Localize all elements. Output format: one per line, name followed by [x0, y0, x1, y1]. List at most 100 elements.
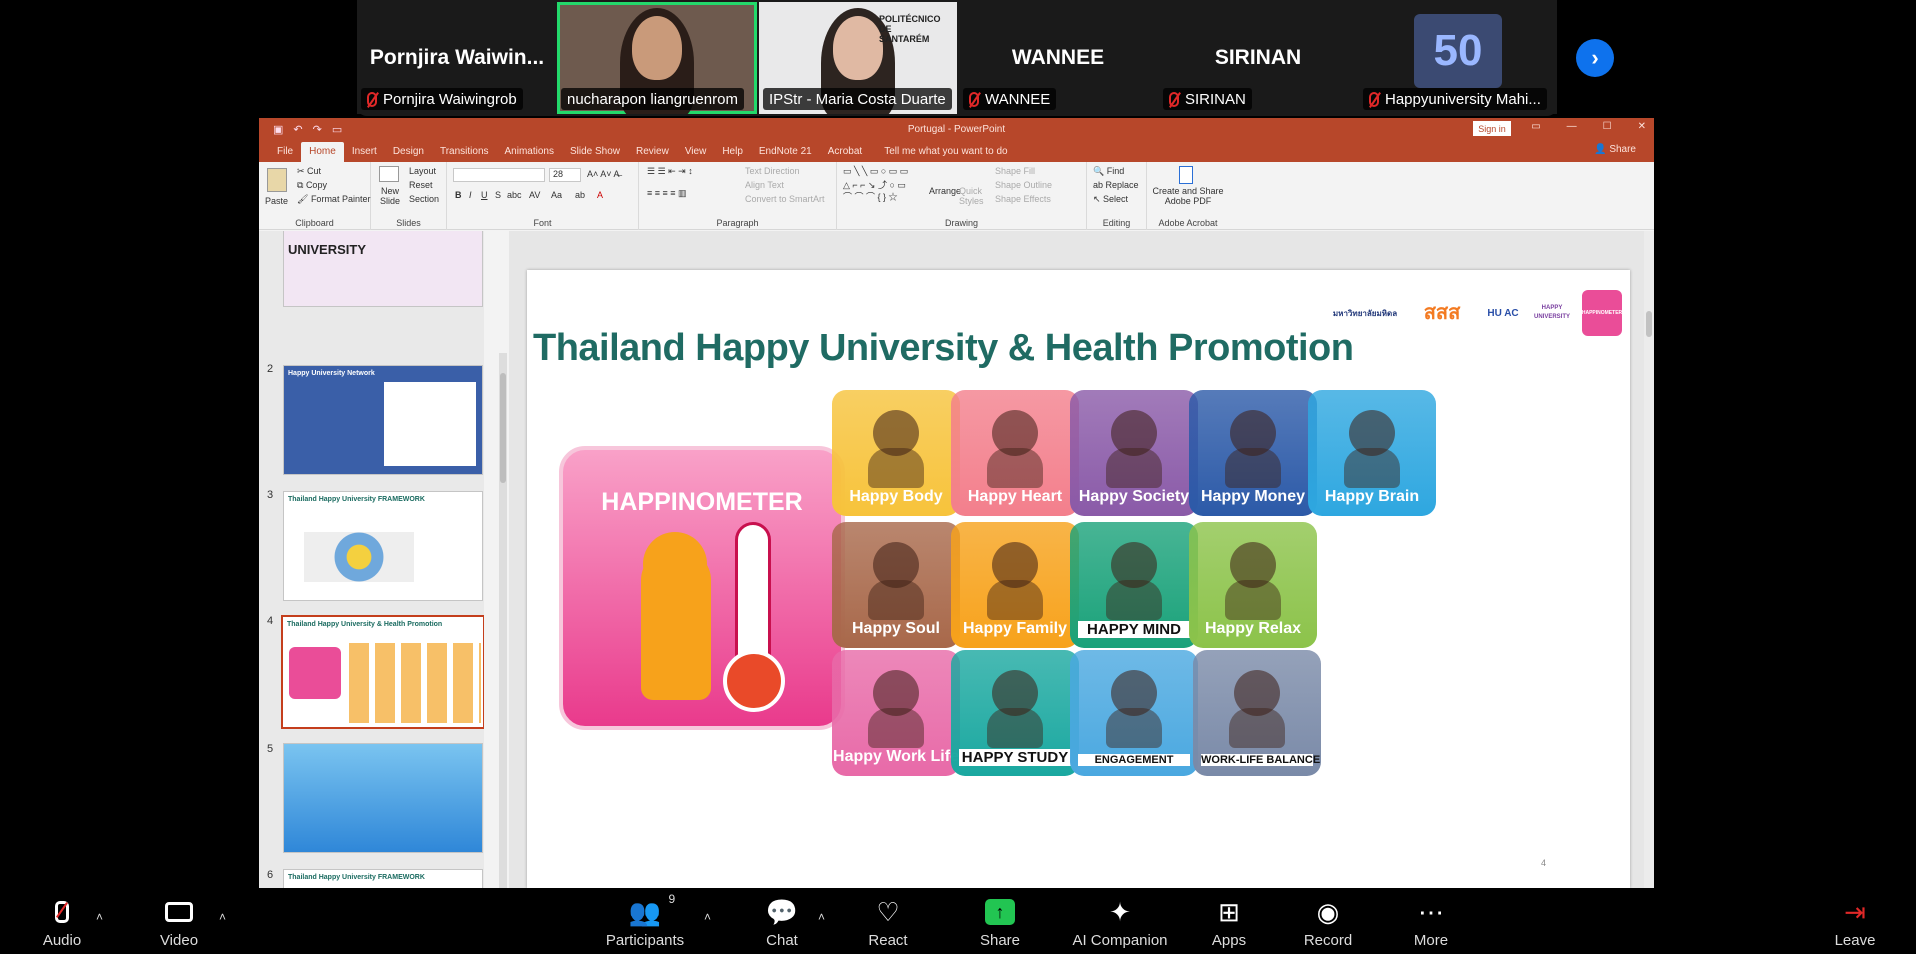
underline-button[interactable]: U [481, 190, 488, 200]
participant-video-tile[interactable]: nucharapon liangruenrom [557, 2, 757, 114]
paste-button[interactable]: Paste [265, 196, 288, 206]
tab-animations[interactable]: Animations [497, 142, 562, 162]
video-button[interactable]: Video [134, 894, 224, 949]
tab-slide-show[interactable]: Slide Show [562, 142, 628, 162]
participant-tile[interactable]: Pornjira Waiwin... Pornjira Waiwingrob [357, 2, 557, 114]
tell-me-search[interactable]: Tell me what you want to do [870, 142, 1007, 162]
replace-button[interactable]: ab Replace [1093, 180, 1139, 190]
create-share-pdf-button[interactable]: Create and Share Adobe PDF [1149, 186, 1227, 206]
chat-options-caret[interactable]: ˄ [818, 910, 825, 924]
tab-transitions[interactable]: Transitions [432, 142, 497, 162]
ribbon-display-icon[interactable]: ▭ [1531, 121, 1540, 132]
participant-label: SIRINAN [1163, 88, 1252, 110]
shape-effects-button[interactable]: Shape Effects [995, 194, 1051, 204]
shapes-gallery-row[interactable]: ⌒ ⌒ ⌒ { } ☆ [843, 190, 898, 203]
participants-options-caret[interactable]: ˄ [704, 910, 711, 924]
shadow-button[interactable]: S [495, 190, 501, 200]
bullets-button[interactable]: ☰ ☰ ⇤ ⇥ ↕ [647, 166, 693, 177]
layout-button[interactable]: Layout [409, 166, 436, 176]
participant-video-tile[interactable]: POLITÉCNICO DE SANTARÉM IPStr - Maria Co… [759, 2, 957, 114]
apps-button[interactable]: ⊞ Apps [1184, 894, 1274, 950]
share-screen-button[interactable]: ↑ Share [955, 894, 1045, 949]
tab-design[interactable]: Design [385, 142, 432, 162]
video-options-caret[interactable]: ˄ [219, 910, 226, 924]
slide-thumbnail[interactable]: UNIVERSITY [283, 231, 483, 307]
font-group: 28 A˄ A˅ A̶ B I U S abc AV Aa ab A Font [447, 162, 639, 230]
mic-muted-icon [969, 91, 979, 107]
strikethrough-button[interactable]: abc [507, 190, 522, 200]
select-button[interactable]: ↖ Select [1093, 194, 1128, 205]
shapes-gallery[interactable]: ▭ ╲ ╲ ▭ ○ ▭ ▭ [843, 166, 908, 177]
section-button[interactable]: Section [409, 194, 439, 204]
slide-thumbnail[interactable]: Thailand Happy University FRAMEWORK [283, 491, 483, 601]
new-slide-icon[interactable] [379, 166, 399, 182]
audio-button[interactable]: Audio [17, 894, 107, 949]
thumbnails-scrollbar[interactable] [499, 353, 507, 888]
tab-view[interactable]: View [677, 142, 715, 162]
group-label: Clipboard [295, 218, 334, 228]
char-spacing-button[interactable]: AV [529, 190, 540, 200]
ai-companion-button[interactable]: ✦ AI Companion [1072, 894, 1167, 950]
tab-acrobat[interactable]: Acrobat [820, 142, 870, 162]
participant-tile[interactable]: SIRINAN SIRINAN [1159, 2, 1357, 114]
pdf-icon[interactable] [1179, 166, 1193, 184]
align-text-button[interactable]: Align Text [745, 180, 784, 190]
react-button[interactable]: ♡ React [843, 894, 933, 950]
close-icon[interactable]: ✕ [1638, 121, 1646, 132]
alignment-buttons[interactable]: ≡ ≡ ≡ ≡ ▥ [647, 188, 687, 199]
slide-thumbnail[interactable]: Happy University Network [283, 365, 483, 475]
tab-home[interactable]: Home [301, 142, 344, 162]
leave-button[interactable]: ⇥ Leave [1810, 894, 1900, 950]
format-painter-button[interactable]: 🖌 Format Painter [297, 194, 370, 205]
tab-file[interactable]: File [269, 142, 301, 162]
slide-thumbnail-selected[interactable]: Thailand Happy University & Health Promo… [281, 615, 484, 729]
scrollbar-thumb[interactable] [500, 373, 506, 483]
more-button[interactable]: ⋯ More [1386, 894, 1476, 950]
participants-button[interactable]: 👥 9 Participants [600, 892, 690, 949]
arrange-button[interactable]: Arrange [929, 186, 961, 196]
participant-label-text: IPStr - Maria Costa Duarte [769, 90, 946, 108]
new-slide-button[interactable]: New Slide [375, 186, 405, 206]
highlight-button[interactable]: ab [575, 190, 585, 200]
slide-thumbnail[interactable]: Thailand Happy University FRAMEWORK [283, 869, 483, 888]
copy-button[interactable]: ⧉ Copy [297, 180, 327, 191]
record-button[interactable]: ◉ Record [1283, 894, 1373, 950]
tab-review[interactable]: Review [628, 142, 677, 162]
participant-tile[interactable]: WANNEE WANNEE [959, 2, 1157, 114]
font-name-input[interactable] [453, 168, 545, 182]
chat-button[interactable]: 💬 Chat [737, 894, 827, 950]
share-button[interactable]: 👤 Share [1594, 144, 1636, 155]
sign-in-button[interactable]: Sign in [1473, 121, 1511, 136]
tab-help[interactable]: Help [714, 142, 751, 162]
font-size-input[interactable]: 28 [549, 168, 581, 182]
tab-endnote-21[interactable]: EndNote 21 [751, 142, 820, 162]
bold-button[interactable]: B [455, 190, 462, 200]
canvas-scrollbar[interactable] [1644, 231, 1654, 888]
participants-label: Participants [605, 932, 685, 949]
copy-label: Copy [305, 180, 327, 190]
slide[interactable]: มหาวิทยาลัยมหิดล สสส HU AC HAPPY UNIVERS… [527, 270, 1630, 888]
participant-tile[interactable]: 50 Happyuniversity Mahi... [1359, 2, 1557, 114]
reset-button[interactable]: Reset [409, 180, 433, 190]
scrollbar-thumb[interactable] [1646, 311, 1652, 337]
maximize-icon[interactable]: ☐ [1603, 121, 1612, 132]
paste-icon[interactable] [267, 168, 287, 192]
find-button[interactable]: 🔍 Find [1093, 166, 1124, 177]
text-direction-button[interactable]: Text Direction [745, 166, 800, 176]
convert-smartart-button[interactable]: Convert to SmartArt [745, 194, 825, 204]
minimize-icon[interactable]: — [1567, 121, 1577, 132]
shape-fill-button[interactable]: Shape Fill [995, 166, 1035, 176]
font-grow-shrink-icon[interactable]: A˄ A˅ A̶ [587, 169, 620, 179]
cut-button[interactable]: ✂ Cut [297, 166, 321, 177]
shape-outline-button[interactable]: Shape Outline [995, 180, 1052, 190]
italic-button[interactable]: I [469, 190, 472, 200]
font-color-button[interactable]: A [597, 190, 603, 200]
group-label: Adobe Acrobat [1158, 218, 1218, 228]
tab-insert[interactable]: Insert [344, 142, 385, 162]
change-case-button[interactable]: Aa [551, 190, 562, 200]
next-participants-button[interactable]: › [1576, 39, 1614, 77]
audio-options-caret[interactable]: ˄ [96, 910, 103, 924]
slide-thumbnail[interactable] [283, 743, 483, 853]
slide-thumbnails-pane[interactable]: UNIVERSITY 2 Happy University Network 3 … [259, 231, 484, 888]
quick-styles-button[interactable]: Quick Styles [959, 186, 985, 206]
